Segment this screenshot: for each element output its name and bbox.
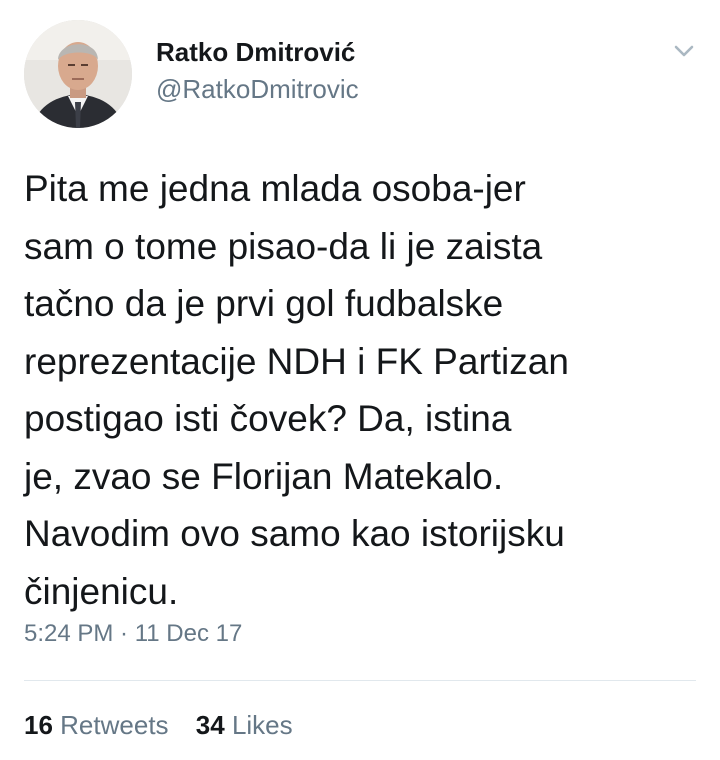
author-handle[interactable]: @RatkoDmitrovic xyxy=(156,72,359,106)
tweet-text-line: postigao isti čovek? Da, istina xyxy=(24,398,512,439)
likes-stat[interactable]: 34 Likes xyxy=(196,710,293,740)
tweet-stats: 16 Retweets 34 Likes xyxy=(24,708,313,742)
retweets-count: 16 xyxy=(24,710,53,740)
tweet-timestamp[interactable]: 5:24 PM · 11 Dec 17 xyxy=(24,618,242,650)
retweets-label: Retweets xyxy=(60,710,169,740)
tweet-text-line: Pita me jedna mlada osoba-jer xyxy=(24,168,526,209)
chevron-down-icon[interactable] xyxy=(672,42,696,60)
author-names: Ratko Dmitrović @RatkoDmitrovic xyxy=(156,36,359,106)
retweets-stat[interactable]: 16 Retweets xyxy=(24,710,169,740)
tweet-header: Ratko Dmitrović @RatkoDmitrovic xyxy=(24,20,696,130)
tweet-text: Pita me jedna mlada osoba-jer sam o tome… xyxy=(24,160,696,620)
tweet-text-line: činjenicu. xyxy=(24,570,179,612)
tweet-text-line: je, zvao se Florijan Matekalo. xyxy=(24,455,504,497)
tweet-text-line: reprezentacije NDH i FK Partizan xyxy=(24,340,569,382)
tweet-text-line: sam o tome pisao-da li je zaista xyxy=(24,225,543,267)
avatar[interactable] xyxy=(24,20,132,128)
divider xyxy=(24,680,696,681)
tweet-text-line: Navodim ovo samo kao istorijsku xyxy=(24,513,565,554)
likes-label: Likes xyxy=(231,710,293,740)
tweet-text-line: tačno da je prvi gol fudbalske xyxy=(24,283,504,324)
likes-count: 34 xyxy=(195,710,225,740)
author-display-name[interactable]: Ratko Dmitrović xyxy=(156,36,359,68)
